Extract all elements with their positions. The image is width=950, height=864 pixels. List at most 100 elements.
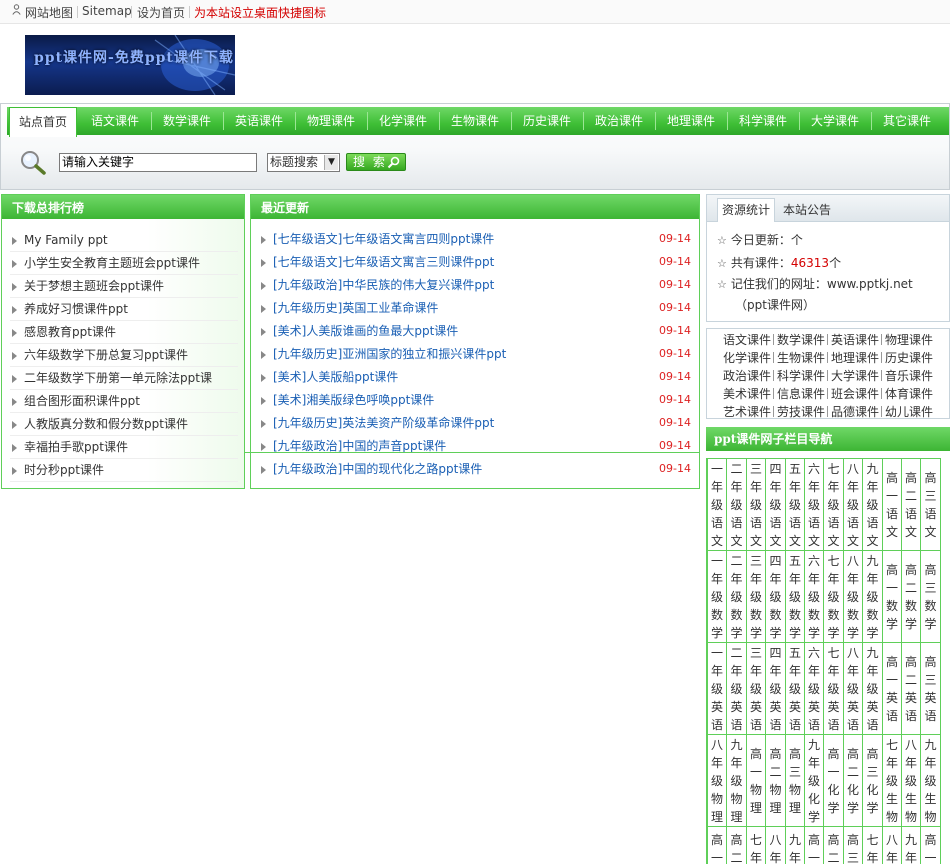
grade-subject-link[interactable]: 高一 — [707, 826, 727, 864]
grade-subject-link[interactable]: 五年级英语 — [785, 642, 805, 735]
grade-subject-link[interactable]: 高一语文 — [882, 458, 902, 551]
nav-item-other[interactable]: 其它课件 — [871, 112, 943, 134]
grade-subject-link[interactable]: 高二语文 — [901, 458, 921, 551]
tab-home[interactable]: 站点首页 — [9, 107, 77, 137]
list-item[interactable]: 养成好习惯课件ppt — [10, 299, 238, 321]
list-item[interactable]: 幸福拍手歌ppt课件 — [10, 437, 238, 459]
grade-subject-link[interactable]: 高一 — [920, 826, 941, 864]
grade-subject-link[interactable]: 高三物理 — [785, 734, 805, 827]
nav-item-science[interactable]: 科学课件 — [727, 112, 799, 134]
course-link[interactable]: 生物课件 — [777, 349, 825, 366]
grade-subject-link[interactable]: 高一物理 — [746, 734, 766, 827]
grade-subject-link[interactable]: 四年级语文 — [765, 458, 786, 551]
course-link[interactable]: 幼儿课件 — [885, 403, 933, 420]
grade-subject-link[interactable]: 六年级数学 — [804, 550, 824, 643]
grade-subject-link[interactable]: 一年级语文 — [707, 458, 727, 551]
grade-subject-link[interactable]: 二年级语文 — [726, 458, 747, 551]
grade-subject-link[interactable]: 高三 — [843, 826, 863, 864]
grade-subject-link[interactable]: 七年级生物 — [882, 734, 902, 827]
list-item[interactable]: [九年级历史]英法美资产阶级革命课件ppt 09-14 — [259, 413, 691, 435]
grade-subject-link[interactable]: 九年级生物 — [920, 734, 941, 827]
list-item[interactable]: 组合图形面积课件ppt — [10, 391, 238, 413]
course-link[interactable]: 体育课件 — [885, 385, 933, 402]
grade-subject-link[interactable]: 高二物理 — [765, 734, 786, 827]
grade-subject-link[interactable]: 八年级生物 — [901, 734, 921, 827]
grade-subject-link[interactable]: 高三英语 — [920, 642, 941, 735]
list-item[interactable]: [美术]人美版船ppt课件 09-14 — [259, 367, 691, 389]
nav-item-chemistry[interactable]: 化学课件 — [367, 112, 439, 134]
course-link[interactable]: 语文课件 — [723, 331, 771, 348]
list-item[interactable]: [七年级语文]七年级语文寓言四则ppt课件 09-14 — [259, 229, 691, 251]
grade-subject-link[interactable]: 高一英语 — [882, 642, 902, 735]
grade-subject-link[interactable]: 四年级英语 — [765, 642, 786, 735]
grade-subject-link[interactable]: 七年 — [862, 826, 883, 864]
grade-subject-link[interactable]: 八年级语文 — [843, 458, 863, 551]
grade-subject-link[interactable]: 高二化学 — [843, 734, 863, 827]
list-item[interactable]: [九年级历史]亚洲国家的独立和振兴课件ppt 09-14 — [259, 344, 691, 366]
grade-subject-link[interactable]: 七年级数学 — [823, 550, 844, 643]
grade-subject-link[interactable]: 七年 — [746, 826, 766, 864]
nav-item-geography[interactable]: 地理课件 — [655, 112, 727, 134]
grade-subject-link[interactable]: 一年级数学 — [707, 550, 727, 643]
grade-subject-link[interactable]: 高一数学 — [882, 550, 902, 643]
grade-subject-link[interactable]: 高三化学 — [862, 734, 883, 827]
course-link[interactable]: 历史课件 — [885, 349, 933, 366]
nav-item-math[interactable]: 数学课件 — [151, 112, 223, 134]
course-link[interactable]: 大学课件 — [831, 367, 879, 384]
grade-subject-link[interactable]: 八年级数学 — [843, 550, 863, 643]
nav-item-english[interactable]: 英语课件 — [223, 112, 295, 134]
sitemap-cn-link[interactable]: 网站地图 — [25, 4, 73, 21]
list-item[interactable]: 感恩教育ppt课件 — [10, 322, 238, 344]
course-link[interactable]: 科学课件 — [777, 367, 825, 384]
grade-subject-link[interactable]: 九年 — [901, 826, 921, 864]
search-type-select[interactable]: 标题搜索 ▼ — [267, 153, 340, 172]
grade-subject-link[interactable]: 高二数学 — [901, 550, 921, 643]
sitemap-en-link[interactable]: Sitemap — [82, 4, 132, 18]
search-input[interactable]: 请输入关键字 — [59, 153, 257, 172]
course-link[interactable]: 政治课件 — [723, 367, 771, 384]
list-item[interactable]: 二年级数学下册第一单元除法ppt课 — [10, 368, 238, 390]
grade-subject-link[interactable]: 九年级数学 — [862, 550, 883, 643]
grade-subject-link[interactable]: 三年级数学 — [746, 550, 766, 643]
grade-subject-link[interactable]: 高二 — [823, 826, 844, 864]
nav-item-physics[interactable]: 物理课件 — [295, 112, 367, 134]
course-link[interactable]: 数学课件 — [777, 331, 825, 348]
grade-subject-link[interactable]: 八年级物理 — [707, 734, 727, 827]
grade-subject-link[interactable]: 九年级化学 — [804, 734, 824, 827]
list-item[interactable]: [美术]湘美版绿色呼唤ppt课件 09-14 — [259, 390, 691, 412]
list-item[interactable]: [九年级政治]中国的现代化之路ppt课件 09-14 — [259, 459, 691, 481]
grade-subject-link[interactable]: 九年级英语 — [862, 642, 883, 735]
course-link[interactable]: 物理课件 — [885, 331, 933, 348]
nav-item-history[interactable]: 历史课件 — [511, 112, 583, 134]
nav-item-politics[interactable]: 政治课件 — [583, 112, 655, 134]
nav-item-chinese[interactable]: 语文课件 — [79, 112, 151, 134]
course-link[interactable]: 信息课件 — [777, 385, 825, 402]
course-link[interactable]: 英语课件 — [831, 331, 879, 348]
set-home-link[interactable]: 设为首页 — [137, 4, 185, 21]
grade-subject-link[interactable]: 八年级英语 — [843, 642, 863, 735]
grade-subject-link[interactable]: 五年级语文 — [785, 458, 805, 551]
grade-subject-link[interactable]: 二年级英语 — [726, 642, 747, 735]
list-item[interactable]: 关于梦想主题班会ppt课件 — [10, 276, 238, 298]
list-item[interactable]: My Family ppt — [10, 230, 238, 252]
course-link[interactable]: 化学课件 — [723, 349, 771, 366]
course-link[interactable]: 艺术课件 — [723, 403, 771, 420]
grade-subject-link[interactable]: 九年 — [785, 826, 805, 864]
grade-subject-link[interactable]: 一年级英语 — [707, 642, 727, 735]
list-item[interactable]: [九年级历史]英国工业革命课件 09-14 — [259, 298, 691, 320]
grade-subject-link[interactable]: 八年 — [765, 826, 786, 864]
course-link[interactable]: 地理课件 — [831, 349, 879, 366]
grade-subject-link[interactable]: 七年级语文 — [823, 458, 844, 551]
site-logo[interactable]: ppt课件网-免费ppt课件下载 — [25, 35, 235, 95]
list-item[interactable]: 小学生安全教育主题班会ppt课件 — [10, 253, 238, 275]
grade-subject-link[interactable]: 九年级物理 — [726, 734, 747, 827]
tab-site-notice[interactable]: 本站公告 — [783, 200, 831, 220]
course-link[interactable]: 音乐课件 — [885, 367, 933, 384]
grade-subject-link[interactable]: 高三数学 — [920, 550, 941, 643]
list-item[interactable]: [九年级政治]中华民族的伟大复兴课件ppt 09-14 — [259, 275, 691, 297]
grade-subject-link[interactable]: 高二英语 — [901, 642, 921, 735]
nav-item-biology[interactable]: 生物课件 — [439, 112, 511, 134]
grade-subject-link[interactable]: 四年级数学 — [765, 550, 786, 643]
nav-item-university[interactable]: 大学课件 — [799, 112, 871, 134]
list-item[interactable]: 时分秒ppt课件 — [10, 460, 238, 482]
